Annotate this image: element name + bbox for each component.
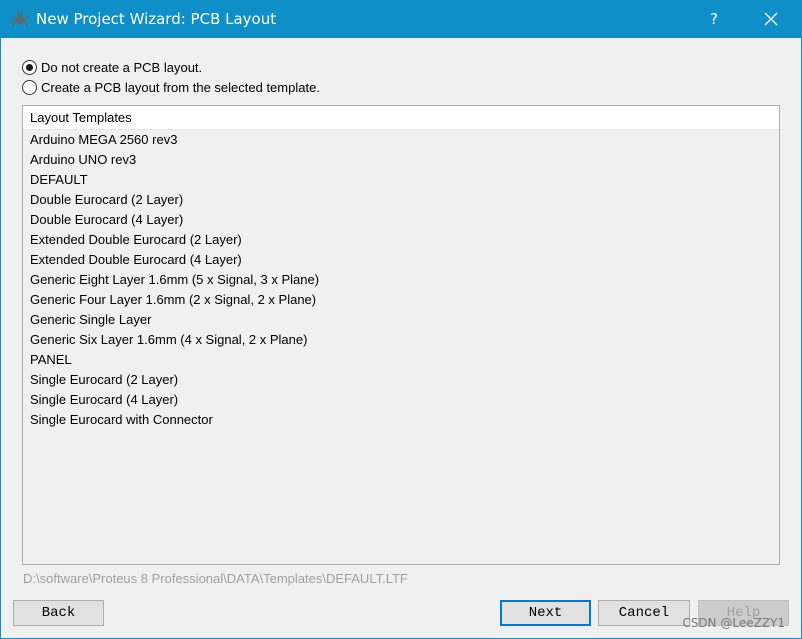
titlebar-help-button[interactable]: ? [692, 0, 736, 38]
cancel-button[interactable]: Cancel [598, 600, 690, 626]
option-no-layout[interactable]: Do not create a PCB layout. [22, 58, 202, 76]
from-template-label[interactable]: Create a PCB layout from the selected te… [41, 80, 320, 95]
template-item[interactable]: Double Eurocard (2 Layer) [23, 190, 779, 210]
wizard-window: New Project Wizard: PCB Layout ? Do not … [0, 0, 802, 639]
next-button[interactable]: Next [500, 600, 591, 626]
template-item[interactable]: Arduino UNO rev3 [23, 150, 779, 170]
list-items: Arduino MEGA 2560 rev3 Arduino UNO rev3 … [23, 130, 779, 430]
window-title: New Project Wizard: PCB Layout [36, 10, 277, 28]
template-item[interactable]: PANEL [23, 350, 779, 370]
back-button[interactable]: Back [13, 600, 104, 626]
template-item[interactable]: Generic Single Layer [23, 310, 779, 330]
template-item[interactable]: Extended Double Eurocard (2 Layer) [23, 230, 779, 250]
template-item[interactable]: Generic Eight Layer 1.6mm (5 x Signal, 3… [23, 270, 779, 290]
template-path: D:\software\Proteus 8 Professional\DATA\… [23, 571, 408, 586]
template-item[interactable]: Single Eurocard (4 Layer) [23, 390, 779, 410]
template-item[interactable]: Arduino MEGA 2560 rev3 [23, 130, 779, 150]
list-header[interactable]: Layout Templates [23, 106, 779, 130]
layout-templates-list[interactable]: Layout Templates Arduino MEGA 2560 rev3 … [22, 105, 780, 565]
no-layout-radio[interactable] [22, 59, 37, 75]
option-from-template[interactable]: Create a PCB layout from the selected te… [22, 78, 320, 96]
wizard-content: Do not create a PCB layout. Create a PCB… [1, 38, 801, 638]
template-item[interactable]: Double Eurocard (4 Layer) [23, 210, 779, 230]
close-icon [764, 12, 778, 26]
close-button[interactable] [748, 0, 794, 38]
template-item[interactable]: Generic Four Layer 1.6mm (2 x Signal, 2 … [23, 290, 779, 310]
template-item[interactable]: Single Eurocard (2 Layer) [23, 370, 779, 390]
from-template-radio[interactable] [22, 79, 37, 95]
no-layout-label[interactable]: Do not create a PCB layout. [41, 60, 202, 75]
template-item[interactable]: DEFAULT [23, 170, 779, 190]
watermark: CSDN @LeeZZY1 [682, 616, 785, 630]
proteus-app-icon [10, 9, 30, 28]
template-item[interactable]: Single Eurocard with Connector [23, 410, 779, 430]
template-item[interactable]: Generic Six Layer 1.6mm (4 x Signal, 2 x… [23, 330, 779, 350]
title-bar[interactable]: New Project Wizard: PCB Layout ? [0, 0, 802, 38]
template-item[interactable]: Extended Double Eurocard (4 Layer) [23, 250, 779, 270]
